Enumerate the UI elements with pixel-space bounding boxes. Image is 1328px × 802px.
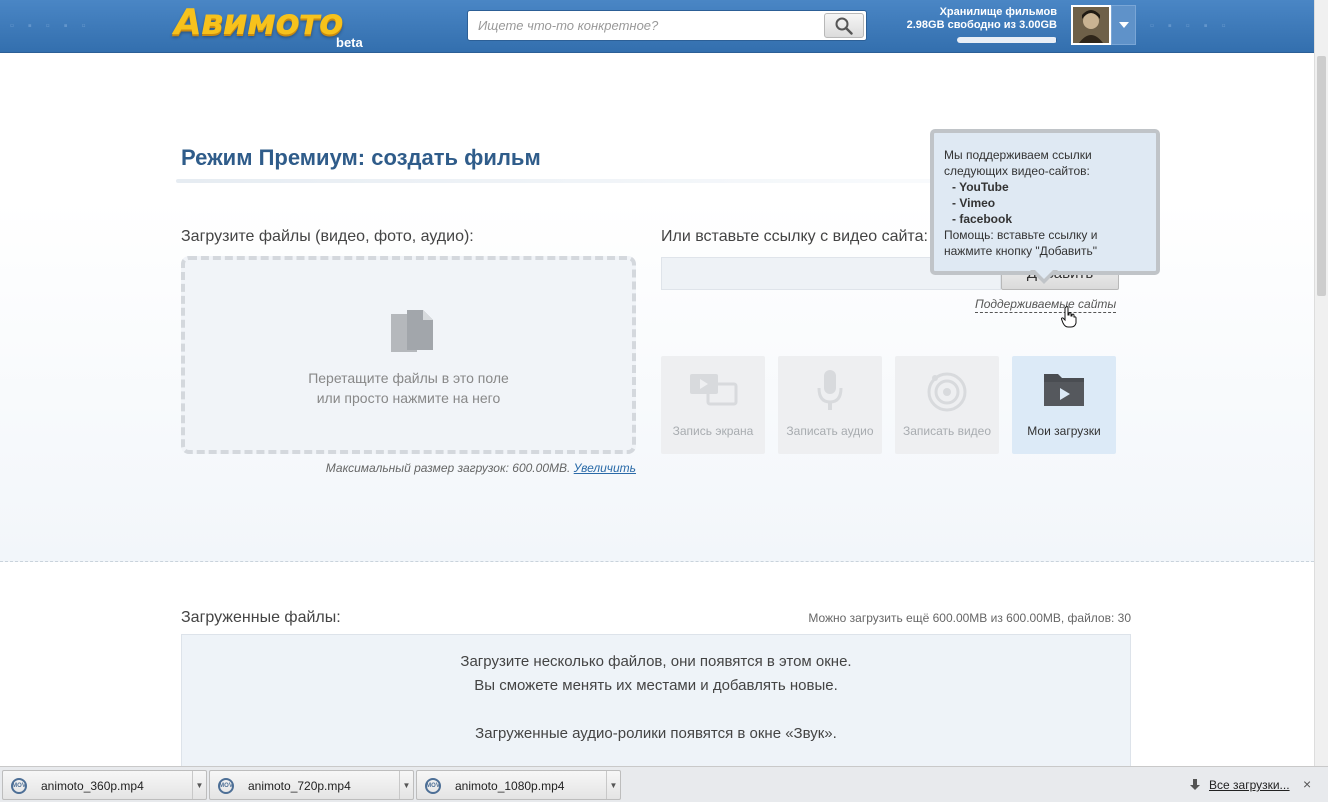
title-underline — [176, 179, 956, 183]
page-title: Режим Премиум: создать фильм — [181, 145, 541, 170]
file-dropzone[interactable]: Перетащите файлы в это поле или просто н… — [181, 256, 636, 454]
scrollbar-thumb[interactable] — [1317, 56, 1326, 296]
hand-cursor-icon — [1060, 306, 1077, 333]
dropzone-line-2: или просто нажмите на него — [316, 390, 501, 406]
tooltip-help: Помощь: вставьте ссылку и — [944, 228, 1098, 242]
search-button[interactable] — [824, 13, 864, 38]
top-header: ▫▪▫▪▫ ▫▪▫▪▫ Авимото beta Хранилище фильм… — [0, 0, 1328, 53]
tile-label: Записать видео — [902, 424, 992, 438]
section-divider — [0, 561, 1314, 562]
tile-label: Мои загрузки — [1027, 424, 1101, 438]
download-arrow-icon — [1190, 779, 1200, 790]
download-filename: animoto_720p.mp4 — [248, 779, 351, 793]
tile-label: Запись экрана — [672, 424, 754, 438]
search-icon — [835, 17, 853, 35]
storage-title: Хранилище фильмов — [939, 6, 1057, 18]
search-input[interactable] — [468, 11, 824, 40]
uploaded-hint-line-2: Вы сможете менять их местами и добавлять… — [474, 677, 838, 694]
tooltip-site: - facebook — [952, 212, 1013, 226]
header-decoration: ▫▪▫▪▫ — [1150, 20, 1240, 32]
dropzone-text: Перетащите файлы в это поле или просто н… — [185, 368, 632, 408]
download-menu-arrow[interactable]: ▼ — [192, 771, 206, 799]
upload-quota: Можно загрузить ещё 600.00MB из 600.00MB… — [808, 611, 1131, 625]
logo[interactable]: Авимото — [174, 2, 344, 43]
storage-progress-bar — [957, 37, 1057, 43]
video-file-icon: MOV — [11, 778, 27, 794]
tile-label: Записать аудио — [786, 424, 874, 438]
tooltip-line: следующих видео-сайтов: — [944, 164, 1090, 178]
storage-progress-fill — [957, 37, 1057, 43]
webcam-icon — [895, 370, 999, 414]
supported-sites-link[interactable]: Поддерживаемые сайты — [975, 297, 1117, 313]
increase-limit-link[interactable]: Увеличить — [574, 461, 636, 475]
uploaded-files-area[interactable]: Загрузите несколько файлов, они появятся… — [181, 634, 1131, 774]
video-file-icon: MOV — [425, 778, 441, 794]
download-filename: animoto_1080p.mp4 — [455, 779, 565, 793]
download-menu-arrow[interactable]: ▼ — [606, 771, 620, 799]
page-scrollbar[interactable] — [1314, 0, 1328, 766]
search-box — [467, 10, 867, 41]
download-item[interactable]: MOV animoto_360p.mp4 ▼ — [2, 770, 207, 800]
header-decoration: ▫▪▫▪▫ — [10, 20, 100, 32]
dropzone-line-1: Перетащите файлы в это поле — [308, 370, 509, 386]
download-item[interactable]: MOV animoto_720p.mp4 ▼ — [209, 770, 414, 800]
upload-label: Загрузите файлы (видео, фото, аудио): — [181, 228, 474, 245]
tooltip-arrow-inner — [1035, 270, 1053, 279]
account-menu-button[interactable] — [1111, 5, 1136, 45]
tooltip-site: - Vimeo — [952, 196, 996, 210]
tooltip-site: - YouTube — [952, 180, 1009, 194]
tooltip-line: Мы поддерживаем ссылки — [944, 148, 1092, 162]
storage-detail: 2.98GB свободно из 3.00GB — [906, 19, 1057, 31]
uploaded-hint-line-3: Загруженные аудио-ролики появятся в окне… — [475, 725, 837, 742]
max-size-text: Максимальный размер загрузок: 600.00MB. — [325, 461, 571, 475]
download-item[interactable]: MOV animoto_1080p.mp4 ▼ — [416, 770, 621, 800]
folder-video-icon — [1012, 370, 1116, 410]
uploaded-files-label: Загруженные файлы: — [181, 609, 341, 626]
download-menu-arrow[interactable]: ▼ — [399, 771, 413, 799]
logo-beta-badge: beta — [336, 35, 363, 50]
uploaded-hint-line-1: Загрузите несколько файлов, они появятся… — [460, 653, 852, 670]
tooltip-help: нажмите кнопку "Добавить" — [944, 244, 1097, 258]
my-uploads-tile[interactable]: Мои загрузки — [1012, 356, 1116, 454]
video-file-icon: MOV — [218, 778, 234, 794]
avatar-image — [1073, 7, 1109, 43]
record-audio-tile[interactable]: Записать аудио — [778, 356, 882, 454]
storage-info: Хранилище фильмов 2.98GB свободно из 3.0… — [905, 6, 1057, 32]
chevron-down-icon — [1118, 22, 1129, 28]
all-downloads-link[interactable]: Все загрузки... — [1209, 778, 1290, 792]
screen-record-tile[interactable]: Запись экрана — [661, 356, 765, 454]
max-upload-size: Максимальный размер загрузок: 600.00MB. … — [181, 461, 636, 475]
downloads-bar: MOV animoto_360p.mp4 ▼ MOV animoto_720p.… — [0, 766, 1328, 802]
supported-sites-tooltip: Мы поддерживаем ссылки следующих видео-с… — [930, 129, 1160, 275]
screen-record-icon — [661, 370, 765, 410]
files-icon — [387, 308, 437, 363]
record-video-tile[interactable]: Записать видео — [895, 356, 999, 454]
download-filename: animoto_360p.mp4 — [41, 779, 144, 793]
close-downloads-bar-button[interactable]: × — [1303, 776, 1311, 792]
video-link-label: Или вставьте ссылку с видео сайта: — [661, 228, 928, 245]
avatar[interactable] — [1071, 5, 1111, 45]
microphone-icon — [778, 370, 882, 414]
